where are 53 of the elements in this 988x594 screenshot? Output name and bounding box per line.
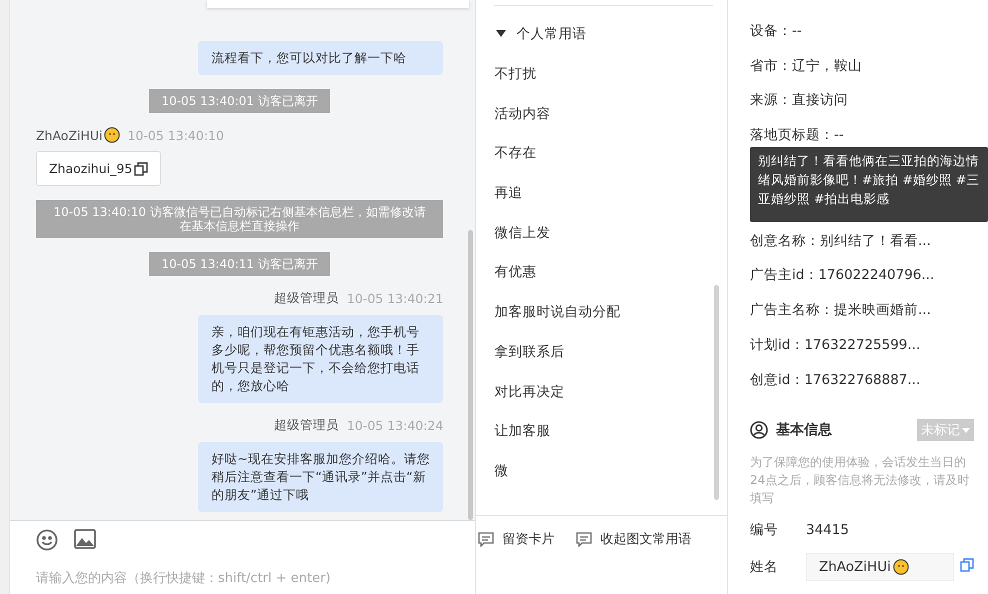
phrase-item[interactable]: 有优惠 [494, 263, 717, 304]
emoji-icon[interactable] [36, 529, 58, 551]
message-bubble: 流程看下，您可以对比了解一下哈 [198, 41, 444, 75]
sender-name: 超级管理员 [274, 290, 339, 307]
info-row-text: 广告主名称：提米映画婚前... [750, 301, 932, 320]
info-row-text: 落地页标题：-- [750, 126, 845, 144]
name-field[interactable]: ZhAoZiHUi [806, 553, 954, 582]
field-value: 34415 [806, 522, 849, 538]
info-row-text: 省市：辽宁，鞍山 [750, 56, 863, 75]
phrase-item[interactable]: 拿到联系后 [494, 342, 717, 382]
comment-icon [478, 532, 494, 546]
info-row-text: 来源：直接访问 [750, 91, 849, 110]
copy-icon[interactable] [134, 162, 148, 176]
emoji-icon [892, 559, 909, 576]
info-row-text: 创意id：176322768887... [750, 370, 922, 388]
comment-icon [576, 532, 592, 546]
image-icon[interactable] [74, 529, 96, 549]
system-message: 10-05 13:40:10 访客微信号已自动标记右侧基本信息栏，如需修改请在基本信息栏直接操作 [36, 200, 444, 238]
field-label: 编号 [750, 521, 779, 540]
phrase-item[interactable]: 再追 [494, 184, 717, 224]
phrase-action[interactable]: 留资卡片 [478, 530, 554, 548]
info-row-text: 设备：-- [750, 22, 803, 40]
message-card: Zhaozihui_95 [36, 151, 162, 186]
caret-icon [962, 428, 970, 433]
message-bubble: 亲，咱们现在有钜惠活动，您手机号多少呢，帮您预留个优惠名额哦！手机号只是登记一下，不会给您打电话的，您放心哈 [198, 315, 444, 403]
phrase-group-toggle[interactable]: 个人常用语 [496, 25, 717, 43]
info-note: 为了保障您的使用体验，会话发生当日的24点之后，顾客信息将无法修改，请及时填写 [750, 454, 970, 508]
phrase-item[interactable]: 让加客服 [494, 422, 717, 462]
caret-icon [496, 30, 506, 38]
message-bubble: 好哒~现在安排客服加您介绍哈。请您稍后注意查看一下“通讯录”并点击“新的朋友”通过下哦 [198, 442, 444, 512]
phrase-item[interactable]: 微信上发 [494, 224, 717, 264]
phrase-item[interactable]: 不打扰 [494, 65, 717, 105]
sender-name: ZhAoZiHUi [36, 127, 120, 143]
section-title: 基本信息 [776, 421, 832, 440]
user-icon [750, 421, 768, 440]
info-row-text: 计划id：176322725599... [750, 336, 922, 354]
sender-name: 超级管理员 [274, 417, 339, 434]
info-row-text: 广告主id：176022240796... [750, 266, 936, 284]
phrase-item[interactable]: 对比再决定 [494, 382, 717, 422]
message-time: 10-05 13:40:21 [346, 291, 444, 306]
phrase-item[interactable]: 活动内容 [494, 104, 717, 144]
system-message: 10-05 13:40:01 访客已离开 [149, 89, 330, 113]
system-message: 10-05 13:40:11 访客已离开 [149, 252, 330, 276]
phrase-item[interactable]: 加客服时说自动分配 [494, 303, 717, 343]
emoji-icon [104, 127, 120, 143]
message-time: 10-05 13:40:24 [346, 418, 444, 433]
tooltip: 别纠结了！看看他俩在三亚拍的海边情绪风婚前影像吧！#旅拍 #婚纱照 #三亚婚纱照 #拍出电影感 [750, 146, 988, 222]
field-label: 姓名 [750, 558, 779, 576]
info-row-text: 创意名称：别纠结了！看看... [750, 232, 932, 250]
phrase-item[interactable]: 微 [494, 462, 717, 502]
phrase-action[interactable]: 收起图文常用语 [576, 530, 692, 548]
phrase-item[interactable]: 不存在 [494, 144, 717, 184]
message-time: 10-05 13:40:10 [128, 128, 224, 142]
